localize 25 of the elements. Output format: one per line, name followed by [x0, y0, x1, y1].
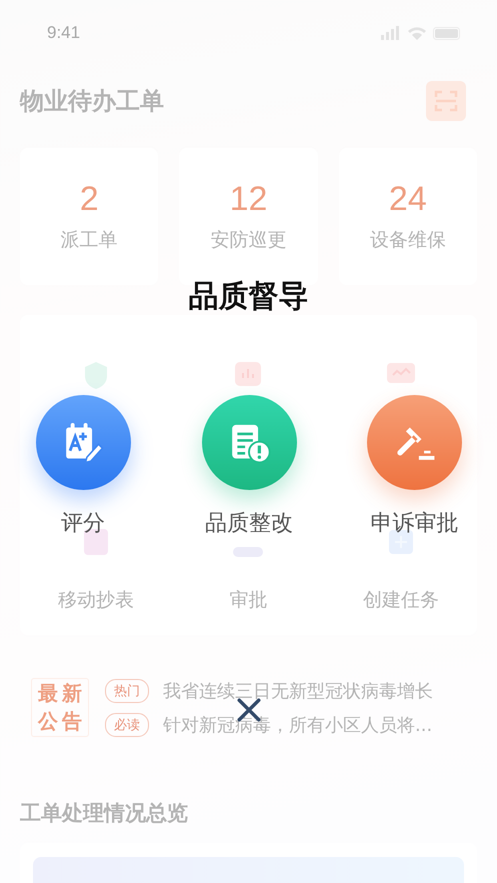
shortcut-label[interactable]: 移动抄表 [58, 587, 134, 613]
stat-card[interactable]: 24 设备维保 [338, 148, 477, 285]
wifi-icon [407, 26, 427, 40]
stat-label: 派工单 [60, 228, 118, 253]
page-title: 物业待办工单 [20, 86, 164, 117]
action-label: 评分 [61, 510, 105, 538]
stat-label: 设备维保 [370, 228, 446, 253]
stat-value: 2 [80, 180, 99, 219]
battery-icon [433, 26, 461, 40]
action-label: 品质整改 [205, 510, 293, 538]
status-time: 9:41 [47, 23, 80, 43]
notice-tag: 热门 [105, 678, 149, 702]
scan-icon [426, 81, 466, 121]
stat-card[interactable]: 2 派工单 [20, 148, 158, 285]
action-label: 申诉审批 [370, 510, 458, 538]
notice-badge: 最新公告 [31, 678, 89, 737]
shortcut-label[interactable]: 审批 [229, 587, 268, 613]
stat-value: 12 [230, 180, 268, 219]
stat-label: 安防巡更 [210, 228, 286, 253]
section-title: 工单处理情况总览 [20, 800, 189, 827]
notice-tag: 必读 [105, 712, 149, 736]
stat-value: 24 [388, 180, 427, 219]
shortcut-label[interactable]: 创建任务 [362, 587, 439, 613]
signal-icon [379, 26, 401, 40]
notice-text[interactable]: 我省连续三日无新型冠状病毒增长 [163, 678, 433, 702]
